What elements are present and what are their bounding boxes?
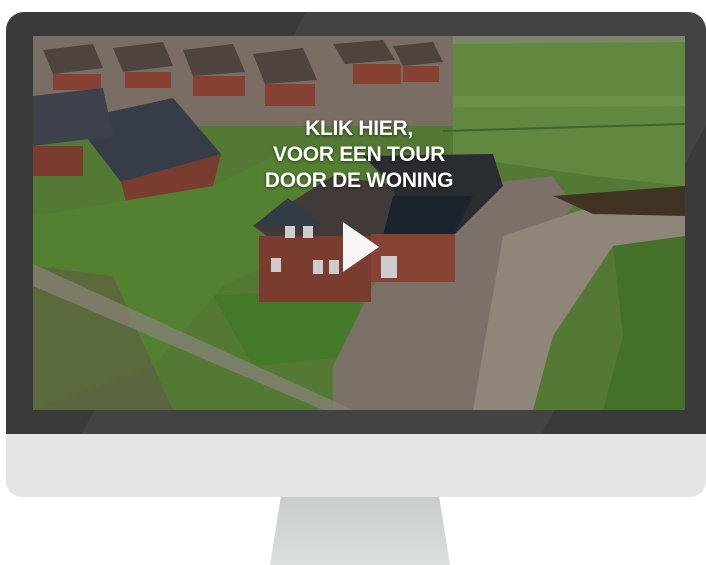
video-call-to-action: KLIK HIER, VOOR EEN TOUR DOOR DE WONING xyxy=(33,116,685,194)
monitor-mockup: KLIK HIER, VOOR EEN TOUR DOOR DE WONING xyxy=(0,0,706,565)
overlay-line-3: DOOR DE WONING xyxy=(264,169,454,192)
monitor-stand xyxy=(270,497,450,565)
overlay-line-2: VOOR EEN TOUR xyxy=(273,143,445,166)
video-thumbnail[interactable]: KLIK HIER, VOOR EEN TOUR DOOR DE WONING xyxy=(33,36,685,410)
monitor-chin xyxy=(6,434,706,497)
overlay-line-1: KLIK HIER, xyxy=(305,117,413,140)
play-icon[interactable] xyxy=(343,222,379,272)
